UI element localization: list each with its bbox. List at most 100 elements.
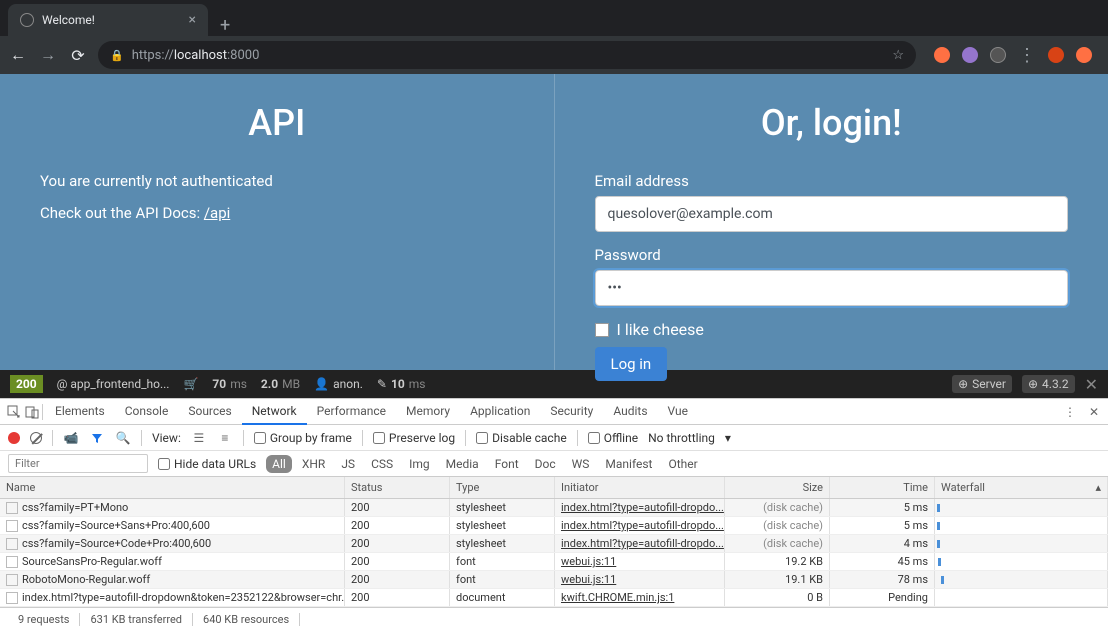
route-name[interactable]: @ app_frontend_ho... bbox=[57, 377, 170, 391]
group-by-frame-checkbox[interactable]: Group by frame bbox=[254, 431, 352, 445]
star-icon[interactable]: ☆ bbox=[892, 48, 904, 63]
inspect-icon[interactable] bbox=[6, 404, 22, 420]
avatar-icon[interactable] bbox=[1048, 47, 1064, 63]
devtools-tab-elements[interactable]: Elements bbox=[45, 399, 115, 425]
transferred-size: 631 KB transferred bbox=[80, 613, 193, 626]
offline-checkbox[interactable]: Offline bbox=[588, 431, 638, 445]
time-metric[interactable]: 70 ms bbox=[212, 377, 247, 391]
user-info[interactable]: 👤 anon. bbox=[314, 377, 363, 391]
col-waterfall[interactable]: Waterfall▴ bbox=[935, 477, 1108, 498]
initiator-link[interactable]: index.html?type=autofill-dropdo... bbox=[561, 501, 724, 514]
filter-icon[interactable] bbox=[89, 430, 105, 446]
filter-pill-media[interactable]: Media bbox=[440, 455, 485, 473]
devtools-tab-performance[interactable]: Performance bbox=[307, 399, 396, 425]
symfony-icon: ⊕ bbox=[958, 377, 968, 391]
close-devtools-icon[interactable]: ✕ bbox=[1086, 404, 1102, 420]
forward-button[interactable]: → bbox=[38, 45, 58, 65]
throttling-select[interactable]: No throttling ▾ bbox=[648, 431, 731, 445]
initiator-link[interactable]: webui.js:11 bbox=[561, 573, 616, 586]
extension-icon[interactable] bbox=[962, 47, 978, 63]
devtools-tab-memory[interactable]: Memory bbox=[396, 399, 460, 425]
waterfall-view-icon[interactable]: ≡ bbox=[217, 430, 233, 446]
network-row[interactable]: SourceSansPro-Regular.woff200fontwebui.j… bbox=[0, 553, 1108, 571]
close-toolbar-icon[interactable]: ✕ bbox=[1085, 375, 1098, 394]
render-metric[interactable]: ✎ 10 ms bbox=[377, 377, 426, 391]
devtools-tab-security[interactable]: Security bbox=[540, 399, 603, 425]
devtools-tab-network[interactable]: Network bbox=[242, 399, 307, 425]
network-row[interactable]: RobotoMono-Regular.woff200fontwebui.js:1… bbox=[0, 571, 1108, 589]
docs-line: Check out the API Docs: /api bbox=[40, 204, 514, 222]
filter-input[interactable] bbox=[8, 454, 148, 473]
filter-pill-js[interactable]: JS bbox=[335, 455, 361, 473]
network-toolbar: 📹 🔍 View: ☰ ≡ Group by frame Preserve lo… bbox=[0, 425, 1108, 451]
camera-icon[interactable]: 📹 bbox=[63, 430, 79, 446]
filter-pill-img[interactable]: Img bbox=[403, 455, 436, 473]
filter-pill-ws[interactable]: WS bbox=[566, 455, 596, 473]
login-button[interactable]: Log in bbox=[595, 347, 668, 381]
extension-icon[interactable] bbox=[934, 47, 950, 63]
url-host: localhost bbox=[174, 48, 227, 63]
devtools-tab-application[interactable]: Application bbox=[460, 399, 540, 425]
close-tab-icon[interactable]: × bbox=[189, 12, 196, 28]
http-status[interactable]: 200 bbox=[10, 375, 43, 393]
password-field[interactable] bbox=[595, 270, 1069, 306]
network-row[interactable]: css?family=Source+Code+Pro:400,600200sty… bbox=[0, 535, 1108, 553]
col-name[interactable]: Name bbox=[0, 477, 345, 498]
col-status[interactable]: Status bbox=[345, 477, 450, 498]
hide-data-urls-checkbox[interactable]: Hide data URLs bbox=[158, 457, 256, 471]
api-docs-link[interactable]: /api bbox=[204, 204, 230, 222]
filter-pill-other[interactable]: Other bbox=[662, 455, 703, 473]
network-row[interactable]: index.html?type=autofill-dropdown&token=… bbox=[0, 589, 1108, 607]
reload-button[interactable]: ⟳ bbox=[68, 46, 88, 65]
clear-button[interactable] bbox=[30, 432, 42, 444]
devtools-tab-console[interactable]: Console bbox=[115, 399, 179, 425]
initiator-link[interactable]: index.html?type=autofill-dropdo... bbox=[561, 519, 724, 532]
devtools-status-bar: 9 requests 631 KB transferred 640 KB res… bbox=[0, 607, 1108, 631]
email-field[interactable] bbox=[595, 196, 1069, 232]
record-button[interactable] bbox=[8, 432, 20, 444]
cart-icon[interactable]: 🛒 bbox=[183, 377, 198, 391]
search-icon[interactable]: 🔍 bbox=[115, 430, 131, 446]
url-scheme: https:// bbox=[132, 48, 174, 63]
devtools-tab-vue[interactable]: Vue bbox=[658, 399, 698, 425]
login-panel: Or, login! Email address Password I like… bbox=[555, 74, 1108, 370]
initiator-link[interactable]: webui.js:11 bbox=[561, 555, 616, 568]
device-icon[interactable] bbox=[24, 404, 40, 420]
more-icon[interactable]: ⋮ bbox=[1062, 404, 1078, 420]
table-header: Name Status Type Initiator Size Time Wat… bbox=[0, 477, 1108, 499]
browser-tab[interactable]: Welcome! × bbox=[8, 4, 208, 36]
filter-pill-xhr[interactable]: XHR bbox=[296, 455, 331, 473]
col-time[interactable]: Time bbox=[830, 477, 935, 498]
url-input[interactable]: 🔒 https://localhost:8000 ☆ bbox=[98, 41, 916, 69]
version-badge[interactable]: ⊕ 4.3.2 bbox=[1022, 375, 1075, 393]
cheese-checkbox[interactable] bbox=[595, 323, 609, 337]
filter-pill-all[interactable]: All bbox=[266, 455, 292, 473]
devtools-tab-sources[interactable]: Sources bbox=[178, 399, 241, 425]
col-initiator[interactable]: Initiator bbox=[555, 477, 725, 498]
network-filter-bar: Hide data URLs AllXHRJSCSSImgMediaFontDo… bbox=[0, 451, 1108, 477]
new-tab-button[interactable]: + bbox=[208, 15, 242, 36]
filter-pill-manifest[interactable]: Manifest bbox=[599, 455, 658, 473]
network-row[interactable]: css?family=Source+Sans+Pro:400,600200sty… bbox=[0, 517, 1108, 535]
back-button[interactable]: ← bbox=[8, 45, 28, 65]
server-badge[interactable]: ⊕ Server bbox=[952, 375, 1012, 393]
initiator-link[interactable]: index.html?type=autofill-dropdo... bbox=[561, 537, 724, 550]
filter-pill-css[interactable]: CSS bbox=[365, 455, 399, 473]
large-rows-icon[interactable]: ☰ bbox=[191, 430, 207, 446]
col-size[interactable]: Size bbox=[725, 477, 830, 498]
memory-metric[interactable]: 2.0 MB bbox=[261, 377, 300, 391]
cheese-checkbox-row[interactable]: I like cheese bbox=[595, 320, 1069, 339]
url-port: :8000 bbox=[227, 48, 259, 63]
profile-icon[interactable] bbox=[1076, 47, 1092, 63]
menu-icon[interactable]: ⋮ bbox=[1018, 45, 1036, 66]
devtools-tab-audits[interactable]: Audits bbox=[603, 399, 657, 425]
filter-pill-font[interactable]: Font bbox=[489, 455, 525, 473]
filter-pill-doc[interactable]: Doc bbox=[529, 455, 562, 473]
network-row[interactable]: css?family=PT+Mono200stylesheetindex.htm… bbox=[0, 499, 1108, 517]
preserve-log-checkbox[interactable]: Preserve log bbox=[373, 431, 455, 445]
disable-cache-checkbox[interactable]: Disable cache bbox=[476, 431, 567, 445]
extension-icon[interactable] bbox=[990, 47, 1006, 63]
browser-chrome: Welcome! × + ← → ⟳ 🔒 https://localhost:8… bbox=[0, 0, 1108, 74]
col-type[interactable]: Type bbox=[450, 477, 555, 498]
initiator-link[interactable]: kwift.CHROME.min.js:1 bbox=[561, 591, 674, 604]
